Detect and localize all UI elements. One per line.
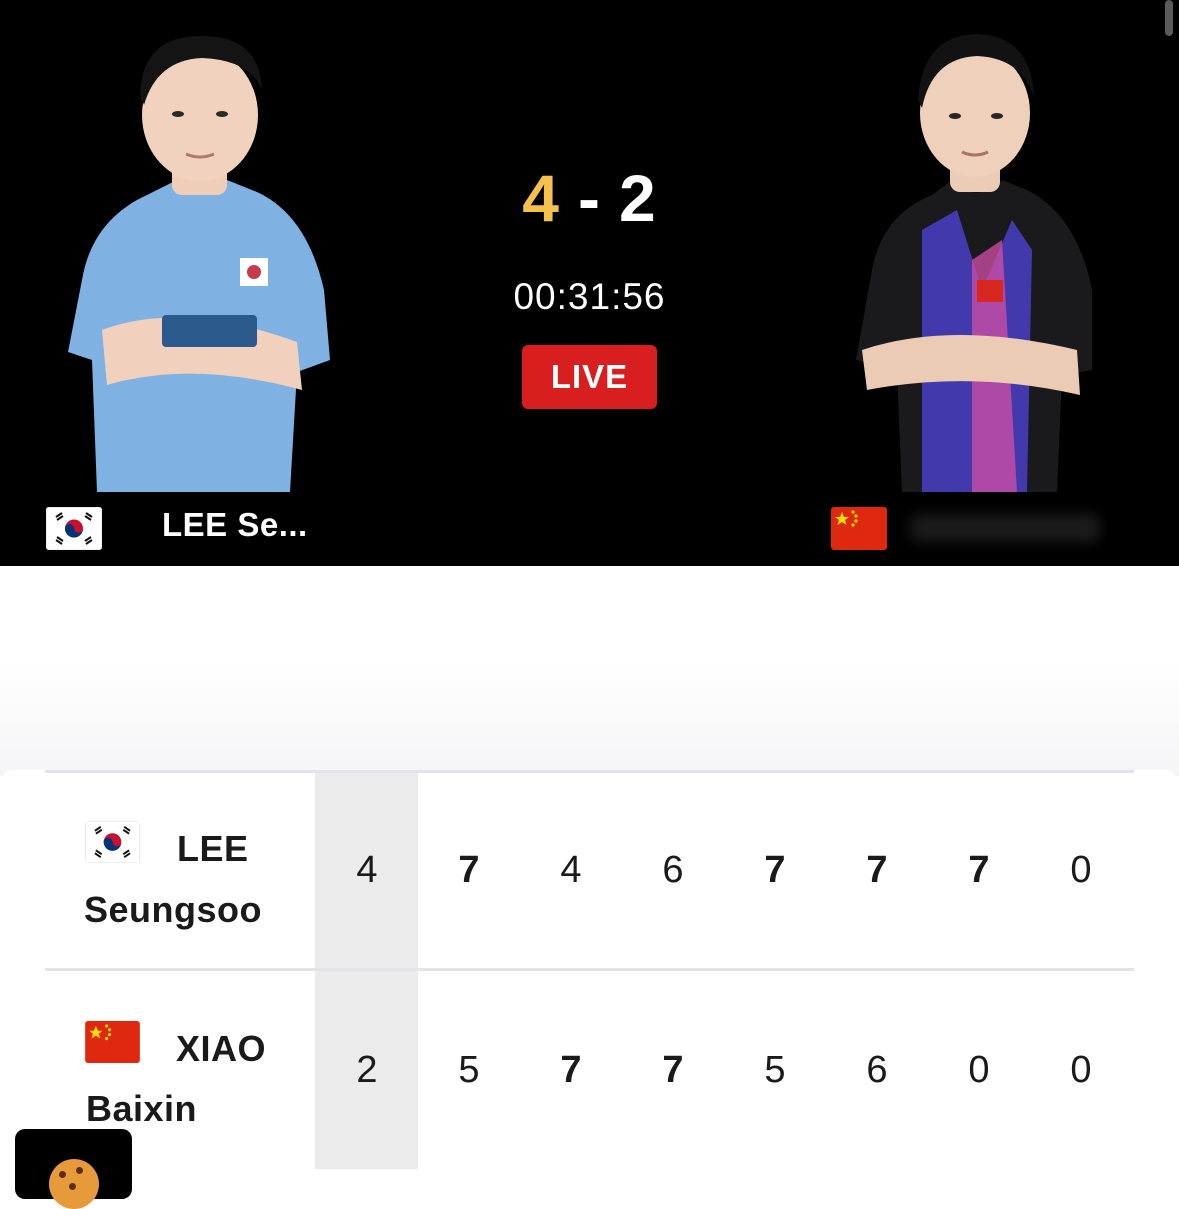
score-separator: - bbox=[578, 161, 601, 235]
player-right-name-obscured bbox=[910, 514, 1100, 542]
row1-set2: 4 bbox=[560, 849, 582, 891]
row2-set2: 7 bbox=[560, 1049, 582, 1091]
cookie-settings-button[interactable] bbox=[15, 1129, 132, 1209]
china-flag-icon bbox=[831, 507, 887, 550]
player-right-photo bbox=[856, 34, 1092, 492]
content-spacer bbox=[0, 566, 1179, 776]
south-korea-flag-icon bbox=[85, 821, 140, 863]
china-flag-icon bbox=[85, 1021, 140, 1063]
row2-set3: 7 bbox=[662, 1049, 684, 1091]
row2-first-name: XIAO bbox=[176, 1028, 267, 1069]
table-divider bbox=[45, 770, 1134, 773]
cookie-icon bbox=[49, 1159, 99, 1209]
row2-games-won: 2 bbox=[356, 1049, 378, 1091]
row1-set4: 7 bbox=[764, 849, 786, 891]
row1-first-name: LEE bbox=[177, 828, 249, 869]
match-header: 4-2 00:31:56 LIVE LEE Se... bbox=[0, 0, 1179, 566]
south-korea-flag-icon bbox=[46, 507, 102, 550]
row2-set4: 5 bbox=[764, 1049, 786, 1091]
row2-set1: 5 bbox=[458, 1049, 480, 1091]
row1-set1: 7 bbox=[458, 849, 480, 891]
scrollbar-thumb[interactable] bbox=[1165, 0, 1173, 36]
player-left-name: LEE Se... bbox=[162, 506, 308, 543]
row1-set6: 7 bbox=[968, 849, 990, 891]
live-button[interactable]: LIVE bbox=[522, 345, 657, 409]
score-player-left: 4 bbox=[522, 161, 560, 235]
row1-last-name: Seungsoo bbox=[84, 889, 263, 930]
score-player-right: 2 bbox=[618, 161, 657, 235]
row1-set7: 0 bbox=[1070, 849, 1092, 891]
player-left-photo bbox=[68, 35, 330, 492]
row2-set5: 6 bbox=[866, 1049, 888, 1091]
table-divider bbox=[45, 968, 1134, 971]
games-column-highlight bbox=[315, 773, 418, 1169]
row1-set3: 6 bbox=[662, 849, 684, 891]
match-clock: 00:31:56 bbox=[513, 276, 666, 317]
row2-set7: 0 bbox=[1070, 1049, 1092, 1091]
row2-set6: 0 bbox=[968, 1049, 990, 1091]
row1-set5: 7 bbox=[866, 849, 888, 891]
match-score: 4-2 bbox=[0, 160, 1179, 236]
row1-games-won: 4 bbox=[356, 849, 378, 891]
